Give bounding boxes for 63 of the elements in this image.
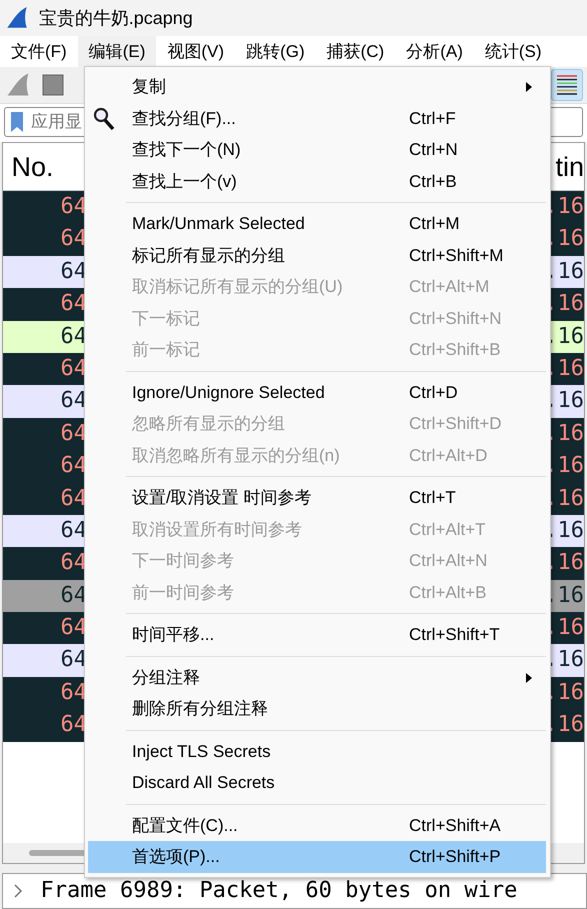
- table-cell-text: .16: [544, 322, 584, 351]
- table-cell-text: .16: [544, 193, 584, 221]
- menu-item[interactable]: Inject TLS Secrets: [88, 736, 546, 767]
- table-cell-text: .16: [544, 290, 584, 318]
- table-cell-text: 64: [60, 420, 87, 448]
- menu-item[interactable]: 配置文件(C)... Ctrl+Shift+A: [88, 810, 546, 841]
- menu-item[interactable]: Mark/Unmark Selected Ctrl+M: [88, 208, 546, 240]
- table-cell-text: .16: [544, 484, 584, 513]
- menu-item[interactable]: 首选项(P)... Ctrl+Shift+P: [88, 841, 546, 872]
- table-cell-text: 64: [60, 678, 87, 707]
- table-cell-text: .16: [544, 225, 584, 254]
- menu-item[interactable]: Discard All Secrets: [88, 767, 546, 798]
- menu-item[interactable]: 编辑(E): [78, 36, 156, 67]
- table-cell-text: .16: [544, 258, 584, 286]
- menu-item[interactable]: 设置/取消设置 时间参考 Ctrl+T: [88, 482, 546, 514]
- column-header[interactable]: No.: [12, 143, 54, 190]
- table-cell-text: 64: [60, 258, 87, 286]
- menu-item[interactable]: 标记所有显示的分组 Ctrl+Shift+M: [88, 240, 546, 271]
- menu-item[interactable]: 时间平移... Ctrl+Shift+T: [88, 619, 546, 650]
- menu-item[interactable]: 分析(A): [395, 36, 474, 67]
- bookmark-icon[interactable]: [10, 111, 24, 133]
- window-title: 宝贵的牛奶.pcapng: [38, 6, 193, 30]
- menu-item[interactable]: 分组注释: [88, 662, 546, 693]
- table-cell-text: 64: [60, 614, 87, 642]
- menu-item[interactable]: 复制: [88, 71, 546, 102]
- menu-item[interactable]: 查找下一个(N) Ctrl+N: [88, 134, 546, 166]
- table-cell-text: .16: [544, 354, 584, 383]
- table-cell-text: 64: [60, 452, 87, 480]
- stop-icon[interactable]: [40, 73, 65, 97]
- table-cell-text: 64: [60, 225, 87, 254]
- table-cell-text: .16: [544, 452, 584, 480]
- table-cell-text: .16: [544, 711, 584, 740]
- table-cell-text: 64: [60, 290, 87, 318]
- table-cell-text: 64: [60, 484, 87, 513]
- menu-item[interactable]: 跳转(G): [235, 36, 316, 67]
- table-cell-text: 64: [60, 322, 87, 351]
- table-cell-text: .16: [544, 549, 584, 578]
- table-cell-text: 64: [60, 549, 87, 578]
- menu-item[interactable]: 捕获(C): [316, 36, 396, 67]
- menu-item[interactable]: 视图(V): [156, 36, 236, 67]
- column-header[interactable]: tin: [555, 143, 584, 190]
- table-cell-text: .16: [544, 516, 584, 545]
- table-cell-text: 64: [60, 646, 87, 674]
- table-cell-text: 64: [60, 387, 87, 416]
- table-cell-text: .16: [544, 646, 584, 674]
- menu-item[interactable]: Ignore/Unignore Selected Ctrl+D: [88, 376, 546, 408]
- table-cell-text: .16: [544, 420, 584, 448]
- table-cell-text: .16: [544, 614, 584, 642]
- menu-item[interactable]: 文件(F): [0, 36, 78, 67]
- table-cell-text: .16: [544, 678, 584, 707]
- colorize-icon[interactable]: [550, 69, 583, 101]
- table-cell-text: 64: [60, 582, 87, 610]
- table-cell-text: 64: [60, 354, 87, 383]
- menu-item[interactable]: 查找上一个(v) Ctrl+B: [88, 166, 546, 197]
- table-cell-text: 64: [60, 711, 87, 740]
- table-cell-text: .16: [544, 387, 584, 416]
- expander-icon[interactable]: [12, 883, 24, 899]
- table-cell-text: 64: [60, 193, 87, 221]
- menu-item[interactable]: 删除所有分组注释: [88, 693, 546, 724]
- table-cell-text: .16: [544, 582, 584, 610]
- menu-item[interactable]: 查找分组(F)... Ctrl+F: [88, 102, 546, 134]
- table-cell-text: 64: [60, 516, 87, 545]
- menu-item[interactable]: 统计(S): [474, 36, 553, 67]
